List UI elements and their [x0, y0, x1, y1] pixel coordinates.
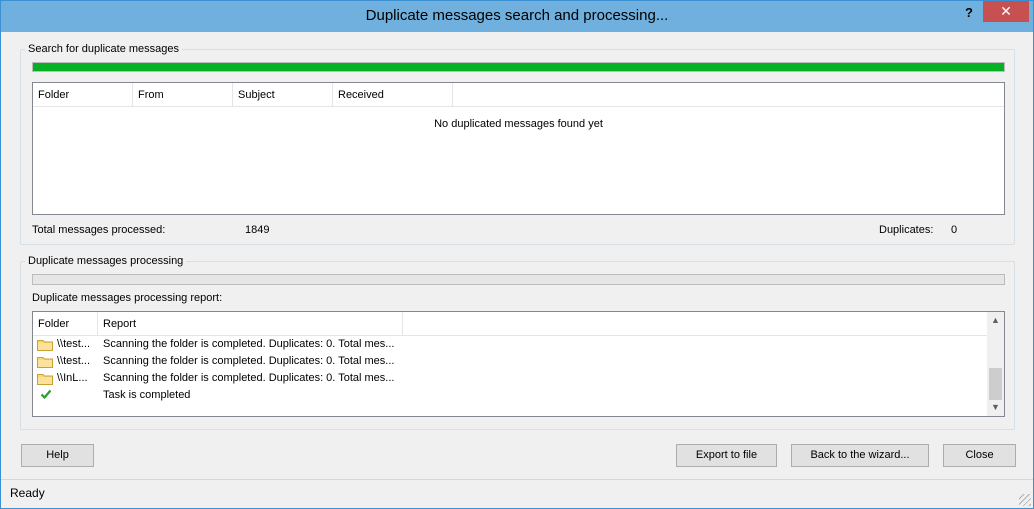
column-folder[interactable]: Folder — [33, 83, 133, 107]
column-subject[interactable]: Subject — [233, 83, 333, 107]
back-to-wizard-button[interactable]: Back to the wizard... — [791, 444, 929, 467]
report-scrollbar[interactable]: ▲ ▼ — [987, 312, 1004, 416]
scroll-thumb[interactable] — [989, 368, 1002, 400]
column-received[interactable]: Received — [333, 83, 453, 107]
total-processed-value: 1849 — [245, 224, 270, 236]
export-to-file-button[interactable]: Export to file — [676, 444, 777, 467]
close-button[interactable]: Close — [943, 444, 1016, 467]
dialog-window: Duplicate messages search and processing… — [0, 0, 1034, 509]
column-from[interactable]: From — [133, 83, 233, 107]
processing-group-label: Duplicate messages processing — [25, 255, 187, 267]
folder-icon — [37, 340, 53, 351]
report-row-folder: \\InL... — [57, 372, 88, 384]
status-bar: Ready — [1, 479, 1033, 508]
report-row-folder: \\test... — [57, 338, 91, 350]
column-folder[interactable]: Folder — [33, 312, 98, 336]
report-label: Duplicate messages processing report: — [32, 292, 223, 304]
duplicates-count-label: Duplicates: — [879, 224, 934, 236]
help-button[interactable]: Help — [21, 444, 94, 467]
window-title: Duplicate messages search and processing… — [365, 7, 669, 24]
status-text: Ready — [10, 486, 45, 500]
help-icon[interactable]: ? — [958, 5, 980, 25]
search-progress-fill — [33, 63, 1004, 71]
checkmark-icon — [40, 389, 52, 400]
processing-progress-bar — [32, 274, 1005, 285]
report-row-text: Scanning the folder is completed. Duplic… — [103, 355, 395, 367]
report-row-text: Scanning the folder is completed. Duplic… — [103, 372, 395, 384]
report-list-header: Folder Report — [33, 312, 987, 336]
empty-list-message: No duplicated messages found yet — [434, 118, 603, 130]
duplicates-list[interactable]: Folder From Subject Received No duplicat… — [32, 82, 1005, 215]
column-report[interactable]: Report — [98, 312, 403, 336]
total-processed-label: Total messages processed: — [32, 224, 166, 236]
duplicates-list-header: Folder From Subject Received — [33, 83, 1004, 107]
report-row-text: Task is completed — [103, 389, 191, 401]
close-window-button[interactable]: ✕ — [983, 1, 1029, 22]
folder-icon — [37, 357, 53, 368]
report-row-text: Scanning the folder is completed. Duplic… — [103, 338, 395, 350]
report-list[interactable]: Folder Report \\test... Scanning the fol… — [32, 311, 1005, 417]
search-group-label: Search for duplicate messages — [25, 43, 183, 55]
search-progress-bar — [32, 62, 1005, 72]
report-row-folder: \\test... — [57, 355, 91, 367]
resize-grip-icon[interactable] — [1019, 494, 1031, 506]
duplicates-count-value: 0 — [951, 224, 958, 236]
scroll-down-icon[interactable]: ▼ — [987, 399, 1004, 416]
title-bar[interactable]: Duplicate messages search and processing… — [1, 1, 1033, 32]
folder-icon — [37, 374, 53, 385]
scroll-up-icon[interactable]: ▲ — [987, 312, 1004, 329]
